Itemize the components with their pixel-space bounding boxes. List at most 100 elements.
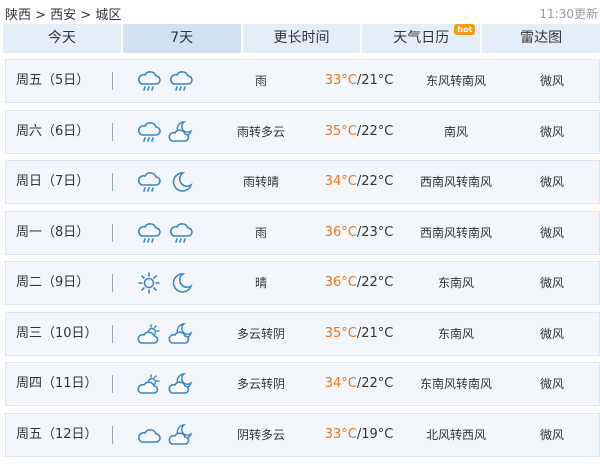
rain-cloud-icon xyxy=(138,172,161,192)
weather-text: 阴转多云 xyxy=(236,427,285,442)
weather-icons xyxy=(136,372,194,396)
tab-today[interactable]: 今天 xyxy=(3,24,121,53)
rain-cloud-icon xyxy=(138,222,161,243)
weather-text: 雨转晴 xyxy=(242,175,279,189)
temp-high: 36°C xyxy=(324,275,357,290)
separator xyxy=(112,425,113,444)
sun-cloud-icon xyxy=(137,323,160,344)
tab-7day[interactable]: 7天 xyxy=(122,24,241,53)
wind-level: 微风 xyxy=(539,427,564,442)
temperature: 35°C/21°C xyxy=(324,313,394,355)
temp-high: 35°C xyxy=(324,325,357,341)
temp-low: /19°C xyxy=(356,426,394,442)
tab-bar: 今天 7天 更长时间 天气日历 hot 雷达图 xyxy=(3,24,600,53)
weather-text: 雨 xyxy=(254,74,267,88)
wind-direction: 东南风 xyxy=(437,276,474,290)
cloud-moon-icon xyxy=(168,373,193,394)
weather-icons xyxy=(136,69,194,93)
sun-icon xyxy=(138,272,160,294)
day-label: 周一（8日） xyxy=(16,224,90,240)
separator xyxy=(112,173,113,191)
separator xyxy=(112,274,113,292)
rain-cloud-icon xyxy=(170,71,193,91)
temp-low: /22°C xyxy=(356,123,394,139)
separator xyxy=(112,223,113,242)
wind-level: 微风 xyxy=(539,276,564,290)
forecast-row: 周日（7日） 雨转晴 34°C/22°C 西南风转南风 微风 xyxy=(5,160,600,204)
rain-cloud-icon xyxy=(170,222,193,243)
temp-high: 33°C xyxy=(324,426,357,442)
temp-low: /21°C xyxy=(356,73,394,88)
temp-high: 35°C xyxy=(324,123,357,139)
temp-low: /22°C xyxy=(356,376,394,391)
temperature: 33°C/21°C xyxy=(324,60,394,102)
temperature: 35°C/22°C xyxy=(324,111,394,153)
wind-direction: 西南风转南风 xyxy=(419,225,492,240)
temp-low: /22°C xyxy=(356,275,394,290)
separator xyxy=(112,122,113,141)
forecast-row: 周一（8日） 雨 36°C/23°C 西南风转南风 微风 xyxy=(5,210,600,255)
forecast-row: 周六（6日） 雨转多云 35°C/22°C 南风 微风 xyxy=(5,109,600,154)
forecast-row: 周四（11日） 多云转阴 34°C/22°C 东南风转南风 微风 xyxy=(5,362,600,406)
day-label: 周日（7日） xyxy=(16,174,90,189)
weather-text: 雨转多云 xyxy=(236,124,285,139)
temp-high: 36°C xyxy=(324,224,357,240)
wind-direction: 东南风转南风 xyxy=(419,377,492,391)
weather-text: 晴 xyxy=(254,276,267,290)
temperature: 36°C/22°C xyxy=(324,262,394,304)
sun-cloud-icon xyxy=(137,374,160,394)
tab-calendar[interactable]: 天气日历 hot xyxy=(362,24,481,53)
forecast-row: 周三（10日） 多云转阴 35°C/21°C 东南风 微风 xyxy=(5,311,600,356)
wind-level: 微风 xyxy=(539,377,564,391)
moon-icon xyxy=(172,273,193,293)
hot-badge: hot xyxy=(454,24,476,35)
wind-level: 微风 xyxy=(539,225,564,240)
day-label: 周五（5日） xyxy=(16,73,90,88)
tab-longer[interactable]: 更长时间 xyxy=(242,24,361,53)
cloud-moon-icon xyxy=(168,322,193,344)
tab-radar[interactable]: 雷达图 xyxy=(482,24,600,53)
forecast-row: 周五（5日） 雨 33°C/21°C 东风转南风 微风 xyxy=(5,59,600,103)
day-label: 周四（11日） xyxy=(16,376,98,391)
wind-level: 微风 xyxy=(539,124,564,139)
separator xyxy=(112,72,113,90)
forecast-row: 周二（9日） 晴 36°C/22°C 东南风 微风 xyxy=(5,261,600,305)
temp-high: 33°C xyxy=(324,73,357,88)
forecast-row: 周五（12日） 阴转多云 33°C/19°C 北风转西风 微风 xyxy=(5,412,600,457)
day-label: 周五（12日） xyxy=(16,426,98,442)
weather-icons xyxy=(136,423,194,447)
cloud-icon xyxy=(138,428,161,443)
weather-icons xyxy=(136,221,194,245)
wind-direction: 西南风转南风 xyxy=(419,175,492,189)
wind-direction: 东风转南风 xyxy=(425,74,486,88)
cloud-moon-icon xyxy=(168,120,193,142)
cloud-moon-icon xyxy=(168,423,193,445)
temperature: 36°C/23°C xyxy=(324,212,394,254)
temp-high: 34°C xyxy=(324,376,357,391)
separator xyxy=(112,324,113,343)
temperature: 33°C/19°C xyxy=(324,414,394,456)
temperature: 34°C/22°C xyxy=(324,363,394,405)
day-label: 周六（6日） xyxy=(16,123,90,139)
wind-direction: 北风转西风 xyxy=(425,427,486,442)
wind-direction: 南风 xyxy=(443,124,468,139)
temp-high: 34°C xyxy=(324,174,357,189)
weather-text: 多云转阴 xyxy=(236,326,285,341)
wind-level: 微风 xyxy=(539,326,564,341)
separator xyxy=(112,375,113,393)
forecast-list: 周五（5日）雨 33°C/21°C 东风转南风 微风 周六（6日） 雨转多云 35°C/22… xyxy=(5,59,600,463)
temperature: 34°C/22°C xyxy=(324,161,394,203)
weather-icons xyxy=(136,322,194,346)
top-bar: 陕西 > 西安 > 城区 11:30更新 xyxy=(0,0,600,24)
breadcrumb[interactable]: 陕西 > 西安 > 城区 xyxy=(5,4,121,23)
temp-low: /23°C xyxy=(356,224,394,240)
rain-cloud-icon xyxy=(138,71,161,91)
day-label: 周三（10日） xyxy=(16,325,98,341)
wind-direction: 东南风 xyxy=(437,326,474,341)
weather-icons xyxy=(136,120,194,144)
weather-icons xyxy=(136,170,194,194)
temp-low: /21°C xyxy=(356,325,394,341)
tab-calendar-label: 天气日历 xyxy=(393,30,450,46)
weather-icons xyxy=(136,271,194,295)
wind-level: 微风 xyxy=(539,74,564,88)
